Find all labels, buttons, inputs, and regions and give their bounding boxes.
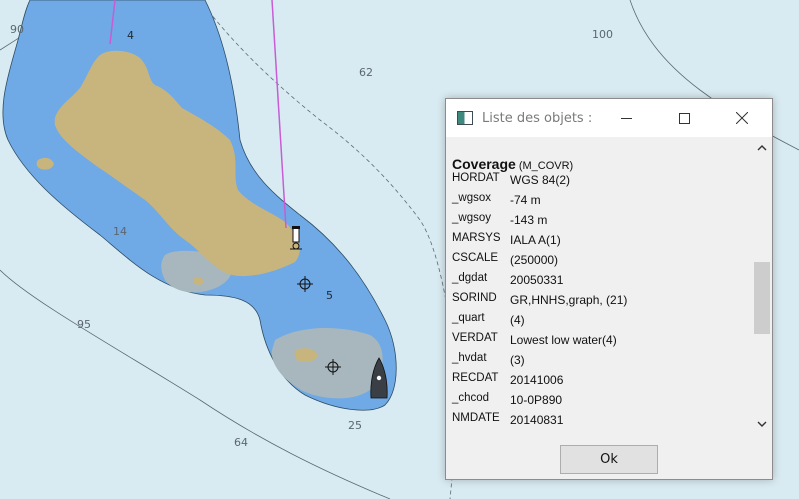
dialog-title: Liste des objets : bbox=[482, 110, 593, 126]
attribute-row: _wgsoy -143 m bbox=[452, 212, 750, 232]
attribute-value: WGS 84(2) bbox=[510, 173, 571, 187]
ok-button[interactable]: Ok bbox=[560, 445, 658, 474]
vertical-scrollbar[interactable] bbox=[752, 138, 772, 434]
attribute-row: CSCALE (250000) bbox=[452, 252, 750, 272]
attribute-value: 20050331 bbox=[510, 273, 564, 287]
attribute-value: (250000) bbox=[510, 253, 559, 267]
depth-sounding: 95 bbox=[77, 318, 91, 331]
attribute-key: _wgsoy bbox=[452, 212, 491, 224]
minimize-icon bbox=[620, 117, 632, 119]
object-list-dialog: Liste des objets : Coverage (M_COVR) HORD… bbox=[445, 98, 773, 480]
attribute-row: NMDATE 20140831 bbox=[452, 412, 750, 432]
close-icon bbox=[736, 112, 748, 124]
attribute-value: (3) bbox=[510, 353, 525, 367]
attribute-key: RECDAT bbox=[452, 372, 499, 384]
object-code: (M_COVR) bbox=[518, 160, 574, 172]
attribute-value: GR,HNHS,graph, (21) bbox=[510, 293, 628, 307]
attribute-key: HORDAT bbox=[452, 172, 500, 184]
attribute-key: MARSYS bbox=[452, 232, 501, 244]
attribute-row: _chcod 10-0P890 bbox=[452, 392, 750, 412]
attribute-value: -74 m bbox=[510, 193, 541, 207]
attribute-row: _dgdat 20050331 bbox=[452, 272, 750, 292]
depth-sounding: 62 bbox=[359, 66, 373, 79]
depth-sounding: 90 bbox=[10, 23, 24, 36]
close-button[interactable] bbox=[713, 99, 771, 137]
chevron-down-icon bbox=[757, 421, 767, 427]
attribute-value: 10-0P890 bbox=[510, 393, 563, 407]
minimize-button[interactable] bbox=[597, 99, 655, 137]
attribute-key: VERDAT bbox=[452, 332, 498, 344]
depth-sounding: 4 bbox=[127, 29, 134, 42]
attribute-key: _hvdat bbox=[452, 352, 487, 364]
attribute-key: CSCALE bbox=[452, 252, 499, 264]
scroll-up-button[interactable] bbox=[752, 138, 772, 158]
attribute-row: VERDAT Lowest low water(4) bbox=[452, 332, 750, 352]
attribute-value: -143 m bbox=[510, 213, 548, 227]
attribute-key: NMDATE bbox=[452, 412, 500, 424]
attribute-row: _wgsox -74 m bbox=[452, 192, 750, 212]
object-name: Coverage bbox=[452, 156, 516, 172]
maximize-icon bbox=[678, 112, 690, 124]
attribute-key: _chcod bbox=[452, 392, 490, 404]
attribute-value: 20141006 bbox=[510, 373, 564, 387]
attribute-list[interactable]: Coverage (M_COVR) HORDAT WGS 84(2) _wgsox -7… bbox=[447, 138, 751, 434]
attribute-value: Lowest low water(4) bbox=[510, 333, 617, 347]
attribute-row: _hvdat (3) bbox=[452, 352, 750, 372]
depth-sounding: 14 bbox=[113, 225, 127, 238]
attribute-row: MARSYS IALA A(1) bbox=[452, 232, 750, 252]
scroll-down-button[interactable] bbox=[752, 414, 772, 434]
depth-sounding: 64 bbox=[234, 436, 248, 449]
attribute-row: HORDAT WGS 84(2) bbox=[452, 172, 750, 192]
attribute-key: SORIND bbox=[452, 292, 497, 304]
attribute-row: SORIND GR,HNHS,graph, (21) bbox=[452, 292, 750, 312]
depth-sounding: 100 bbox=[592, 28, 613, 41]
attribute-value: 20140831 bbox=[510, 413, 564, 427]
chevron-up-icon bbox=[757, 145, 767, 151]
depth-sounding: 5 bbox=[326, 289, 333, 302]
attribute-value: IALA A(1) bbox=[510, 233, 561, 247]
dialog-titlebar[interactable]: Liste des objets : bbox=[446, 99, 772, 137]
scroll-thumb[interactable] bbox=[754, 262, 770, 334]
app-icon bbox=[457, 111, 473, 125]
attribute-row: RECDAT 20141006 bbox=[452, 372, 750, 392]
maximize-button[interactable] bbox=[655, 99, 713, 137]
attribute-row: _quart (4) bbox=[452, 312, 750, 332]
depth-sounding: 25 bbox=[348, 419, 362, 432]
object-heading: Coverage (M_COVR) bbox=[452, 154, 573, 173]
attribute-key: _dgdat bbox=[452, 272, 488, 284]
attribute-key: _wgsox bbox=[452, 192, 491, 204]
attribute-key: _quart bbox=[452, 312, 485, 324]
attribute-value: (4) bbox=[510, 313, 525, 327]
